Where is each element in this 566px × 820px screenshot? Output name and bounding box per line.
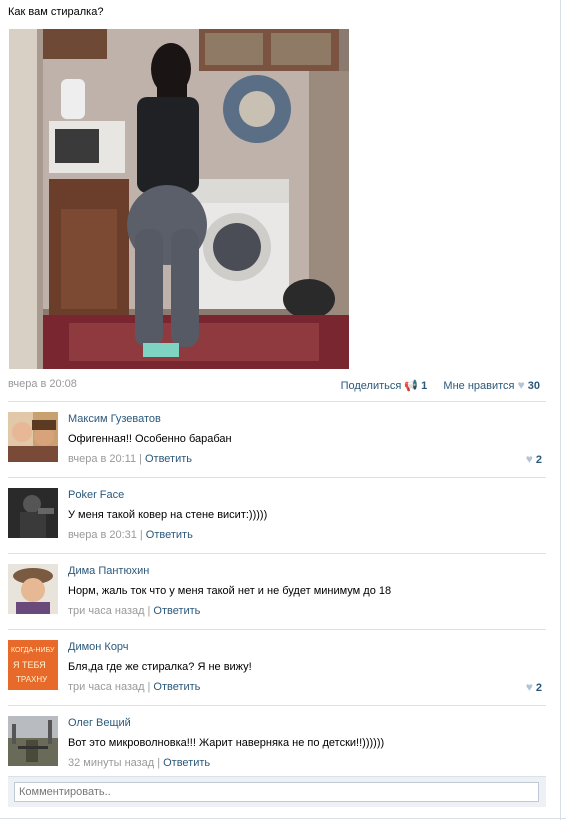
photo-illustration bbox=[9, 29, 349, 369]
reply-link[interactable]: Ответить bbox=[163, 757, 210, 769]
comment-like[interactable]: ♥ 2 bbox=[526, 452, 542, 466]
comment-time[interactable]: 32 минуты назад bbox=[68, 757, 154, 769]
avatar[interactable] bbox=[8, 488, 58, 538]
comment-text: Норм, жаль ток что у меня такой нет и не… bbox=[68, 585, 392, 597]
avatar[interactable] bbox=[8, 564, 58, 614]
avatar-image bbox=[8, 488, 58, 538]
comment-item: Максим Гузеватов Офигенная!! Особенно ба… bbox=[8, 401, 546, 477]
comment-text: Вот это микроволновка!!! Жарит наверняка… bbox=[68, 737, 385, 749]
comment-like[interactable]: ♥ 2 bbox=[526, 680, 542, 694]
avatar-image: КОГДА-НИБУ Я ТЕБЯ ТРАХНУ bbox=[8, 640, 58, 690]
reply-link[interactable]: Ответить bbox=[153, 605, 200, 617]
comment-item: Олег Вещий Вот это микроволновка!!! Жари… bbox=[8, 705, 546, 781]
avatar-text-2: Я ТЕБЯ bbox=[13, 660, 46, 670]
reply-link[interactable]: Ответить bbox=[146, 529, 193, 541]
comment-time[interactable]: три часа назад bbox=[68, 681, 145, 693]
post-photo[interactable] bbox=[9, 29, 349, 369]
reply-link[interactable]: Ответить bbox=[153, 681, 200, 693]
bottom-divider bbox=[0, 818, 566, 819]
comment-item: Дима Пантюхин Норм, жаль ток что у меня … bbox=[8, 553, 546, 629]
share-count: 1 bbox=[421, 380, 428, 392]
reply-link[interactable]: Ответить bbox=[145, 453, 192, 465]
comment-like-count: 2 bbox=[535, 454, 542, 466]
comments-list: Максим Гузеватов Офигенная!! Особенно ба… bbox=[8, 401, 546, 781]
comment-like-count: 2 bbox=[535, 682, 542, 694]
avatar-image bbox=[8, 412, 58, 462]
comment-author[interactable]: Дима Пантюхин bbox=[68, 565, 149, 577]
avatar[interactable] bbox=[8, 412, 58, 462]
comment-text: У меня такой ковер на стене висит:))))) bbox=[68, 509, 268, 521]
post-meta: вчера в 20:08 Поделиться 📢 1 Мне нравитс… bbox=[8, 378, 540, 392]
avatar-image bbox=[8, 564, 58, 614]
heart-icon[interactable]: ♥ bbox=[526, 452, 533, 466]
avatar-text-3: ТРАХНУ bbox=[16, 675, 48, 684]
post-text: Как вам стиралка? bbox=[8, 6, 104, 18]
comment-time[interactable]: вчера в 20:31 bbox=[68, 529, 137, 541]
comment-author[interactable]: Олег Вещий bbox=[68, 717, 131, 729]
comment-author[interactable]: Максим Гузеватов bbox=[68, 413, 161, 425]
scroll-divider bbox=[560, 0, 561, 820]
share-link[interactable]: Поделиться bbox=[341, 380, 402, 392]
comment-text: Офигенная!! Особенно барабан bbox=[68, 433, 232, 445]
heart-icon[interactable]: ♥ bbox=[518, 378, 525, 392]
comment-author[interactable]: Димон Корч bbox=[68, 641, 129, 653]
avatar[interactable] bbox=[8, 716, 58, 766]
avatar-image bbox=[8, 716, 58, 766]
comment-input[interactable]: Комментировать.. bbox=[14, 782, 539, 802]
comment-compose: Комментировать.. bbox=[8, 776, 546, 807]
comment-item: КОГДА-НИБУ Я ТЕБЯ ТРАХНУ Димон Корч Бля,… bbox=[8, 629, 546, 705]
comment-item: Poker Face У меня такой ковер на стене в… bbox=[8, 477, 546, 553]
like-link[interactable]: Мне нравится bbox=[443, 380, 514, 392]
post-date[interactable]: вчера в 20:08 bbox=[8, 378, 77, 390]
like-count: 30 bbox=[527, 380, 540, 392]
comment-text: Бля,да где же стиралка? Я не вижу! bbox=[68, 661, 252, 673]
avatar[interactable]: КОГДА-НИБУ Я ТЕБЯ ТРАХНУ bbox=[8, 640, 58, 690]
comment-time[interactable]: три часа назад bbox=[68, 605, 145, 617]
megaphone-icon[interactable]: 📢 bbox=[404, 380, 418, 392]
heart-icon[interactable]: ♥ bbox=[526, 680, 533, 694]
comment-author[interactable]: Poker Face bbox=[68, 489, 124, 501]
avatar-text-1: КОГДА-НИБУ bbox=[11, 647, 55, 654]
comment-time[interactable]: вчера в 20:11 bbox=[68, 453, 136, 465]
